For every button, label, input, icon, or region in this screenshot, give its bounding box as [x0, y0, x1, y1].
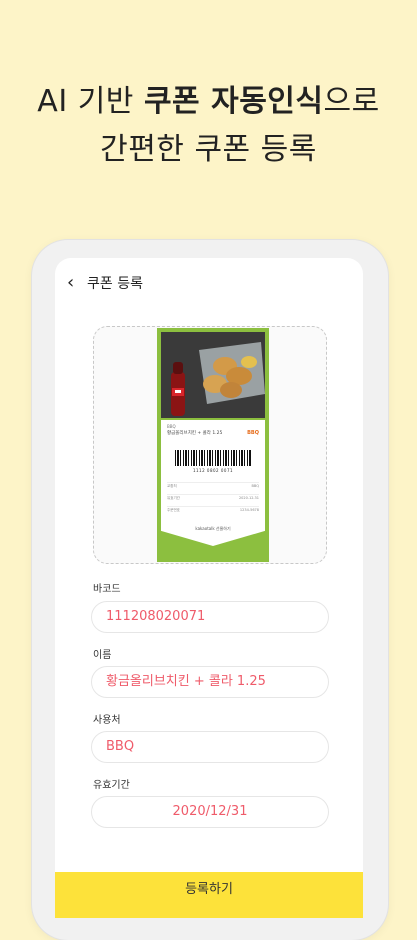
- headline-line-1: AI 기반 쿠폰 자동인식으로: [0, 78, 417, 126]
- top-bar: ‹ 쿠폰 등록: [55, 258, 363, 308]
- ticket-product-name: 황금올리브치킨 + 콜라 1.25: [167, 431, 223, 436]
- coupon-image: BBQ 황금올리브치킨 + 콜라 1.25 BBQ 1112 0802 0071…: [157, 328, 269, 562]
- ticket-barcode-number: 1112 0802 0071: [192, 468, 234, 473]
- store-label: 사용처: [93, 715, 121, 726]
- ticket-row-value: BBQ: [251, 484, 259, 488]
- ticket-row: 유효기간 2020.12.31: [167, 494, 259, 501]
- name-label: 이름: [93, 650, 112, 661]
- ticket-brand-text: BBQ: [167, 424, 176, 429]
- name-field[interactable]: 황금올리브치킨 + 콜라 1.25: [91, 666, 329, 698]
- expiry-label: 유효기간: [93, 780, 130, 791]
- ticket-row-value: 1234-5678: [239, 508, 259, 512]
- coupon-image-area[interactable]: BBQ 황금올리브치킨 + 콜라 1.25 BBQ 1112 0802 0071…: [93, 326, 327, 564]
- page-title: 쿠폰 등록: [87, 276, 143, 292]
- barcode-label: 바코드: [93, 584, 121, 595]
- ticket-row-label: 교환처: [167, 484, 177, 488]
- headline-text: 으로: [323, 84, 380, 119]
- ticket-row-value: 2020.12.31: [238, 496, 259, 500]
- chicken-cola-illustration: [161, 332, 265, 418]
- ticket-row: 주문번호 1234-5678: [167, 506, 259, 513]
- barcode-graphic: [175, 450, 251, 466]
- expiry-field[interactable]: 2020/12/31: [91, 796, 329, 828]
- chevron-left-icon[interactable]: ‹: [67, 272, 74, 293]
- promo-headline: AI 기반 쿠폰 자동인식으로 간편한 쿠폰 등록: [0, 78, 417, 174]
- barcode-field[interactable]: 111208020071: [91, 601, 329, 633]
- ticket-footer: kakaotalk 선물하기: [195, 526, 231, 531]
- food-photo: [161, 332, 265, 418]
- register-button[interactable]: 등록하기: [55, 872, 363, 918]
- headline-text: AI 기반: [37, 84, 144, 119]
- headline-bold-text: 쿠폰 자동인식: [143, 84, 324, 119]
- ticket-row-label: 주문번호: [167, 508, 180, 512]
- ticket-row-label: 유효기간: [167, 496, 180, 500]
- store-field[interactable]: BBQ: [91, 731, 329, 763]
- headline-line-2: 간편한 쿠폰 등록: [100, 132, 317, 167]
- ticket-row: 교환처 BBQ: [167, 482, 259, 489]
- coupon-ticket: BBQ 황금올리브치킨 + 콜라 1.25 BBQ 1112 0802 0071…: [161, 420, 265, 546]
- ticket-logo: BBQ: [247, 430, 259, 436]
- app-screen: ‹ 쿠폰 등록 BBQ 황금올리브치킨 + 콜라 1.25 BBQ 1112 0…: [55, 258, 363, 918]
